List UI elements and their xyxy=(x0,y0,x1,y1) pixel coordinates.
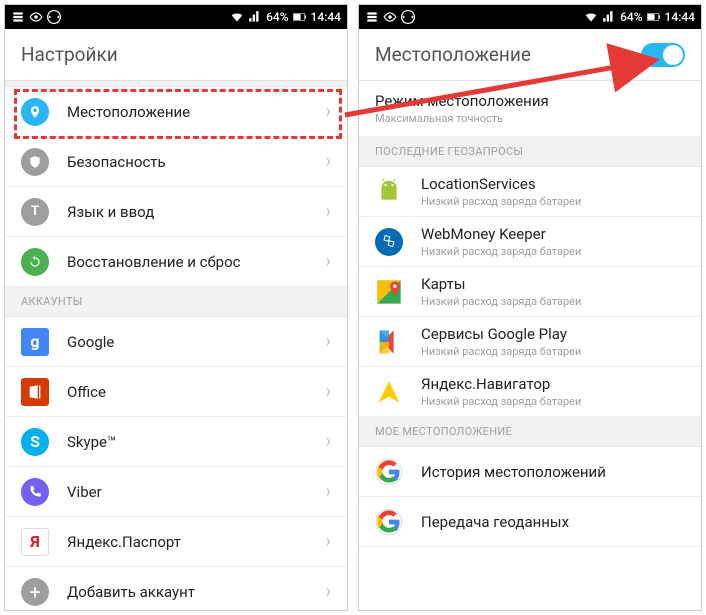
row-title: Сервисы Google Play xyxy=(421,325,581,343)
row-label: Безопасность xyxy=(67,153,166,171)
status-bar: 64% 14:44 xyxy=(5,5,347,29)
chevron-right-icon: › xyxy=(326,331,331,352)
row-subtitle: Низкий расход заряда батареи xyxy=(421,295,581,308)
header-location: Местоположение xyxy=(359,29,701,81)
phone-left: 64% 14:44 Настройки Местоположение › xyxy=(4,4,348,611)
eye-icon xyxy=(383,10,397,24)
row-language[interactable]: T Язык и ввод › xyxy=(5,187,347,237)
battery-label: 64% xyxy=(266,10,288,24)
row-label: Местоположение xyxy=(67,103,190,121)
google-icon: g xyxy=(21,328,49,356)
notif-icon xyxy=(365,10,379,24)
row-subtitle: Низкий расход заряда батареи xyxy=(421,245,581,258)
row-subtitle: Низкий расход заряда батареи xyxy=(421,395,581,408)
row-play-services[interactable]: Сервисы Google Play Низкий расход заряда… xyxy=(359,317,701,367)
eye-icon xyxy=(29,10,43,24)
webmoney-icon xyxy=(375,228,403,256)
row-location-sharing[interactable]: Передача геоданных xyxy=(359,497,701,547)
row-location[interactable]: Местоположение › xyxy=(5,87,347,137)
android-icon xyxy=(375,178,403,206)
row-subtitle: Низкий расход заряда батареи xyxy=(421,195,581,208)
row-location-history[interactable]: История местоположений xyxy=(359,447,701,497)
row-title: История местоположений xyxy=(421,463,606,481)
time-label: 14:44 xyxy=(311,10,341,24)
signal-icon xyxy=(602,10,616,24)
row-viber[interactable]: Viber › xyxy=(5,467,347,517)
header-settings: Настройки xyxy=(5,29,347,81)
chevron-right-icon: › xyxy=(326,101,331,122)
row-title: Режим местоположения xyxy=(375,92,549,110)
header-title: Местоположение xyxy=(375,43,531,66)
row-label: Восстановление и сброс xyxy=(67,253,240,271)
chevron-right-icon: › xyxy=(326,581,331,602)
viber-icon xyxy=(21,478,49,506)
time-label: 14:44 xyxy=(665,10,695,24)
location-list: Режим местоположения Максимальная точнос… xyxy=(359,81,701,610)
gmaps-icon xyxy=(375,278,403,306)
row-webmoney[interactable]: WebMoney Keeper Низкий расход заряда бат… xyxy=(359,217,701,267)
location-icon xyxy=(21,98,49,126)
yandex-icon: Я xyxy=(21,528,49,556)
battery-icon xyxy=(293,10,307,24)
row-subtitle: Максимальная точность xyxy=(375,112,549,125)
chevron-right-icon: › xyxy=(326,201,331,222)
row-security[interactable]: Безопасность › xyxy=(5,137,347,187)
row-skype[interactable]: S Skype™ › xyxy=(5,417,347,467)
row-locationservices[interactable]: LocationServices Низкий расход заряда ба… xyxy=(359,167,701,217)
teamviewer-icon xyxy=(47,10,61,24)
phone-right: 64% 14:44 Местоположение Режим местополо… xyxy=(358,4,702,611)
signal-icon xyxy=(248,10,262,24)
row-add-account[interactable]: + Добавить аккаунт › xyxy=(5,567,347,610)
google-g-icon xyxy=(375,508,403,536)
row-label: Skype™ xyxy=(67,433,116,451)
row-label: Добавить аккаунт xyxy=(67,583,195,601)
chevron-right-icon: › xyxy=(326,151,331,172)
notif-icon xyxy=(11,10,25,24)
security-icon xyxy=(21,148,49,176)
section-recent: ПОСЛЕДНИЕ ГЕОЗАПРОСЫ xyxy=(359,137,701,167)
add-icon: + xyxy=(21,578,49,606)
row-yandex-nav[interactable]: Яндекс.Навигатор Низкий расход заряда ба… xyxy=(359,367,701,417)
row-maps[interactable]: Карты Низкий расход заряда батареи xyxy=(359,267,701,317)
language-icon: T xyxy=(21,198,49,226)
row-title: Карты xyxy=(421,275,581,293)
header-title: Настройки xyxy=(21,43,118,66)
status-bar: 64% 14:44 xyxy=(359,5,701,29)
row-label: Office xyxy=(67,383,106,401)
google-g-icon xyxy=(375,458,403,486)
row-backup[interactable]: Восстановление и сброс › xyxy=(5,237,347,287)
row-title: Яндекс.Навигатор xyxy=(421,375,581,393)
wifi-icon xyxy=(230,10,244,24)
battery-icon xyxy=(647,10,661,24)
section-my-location: МОЕ МЕСТОПОЛОЖЕНИЕ xyxy=(359,417,701,447)
chevron-right-icon: › xyxy=(326,481,331,502)
row-google[interactable]: g Google › xyxy=(5,317,347,367)
skype-icon: S xyxy=(21,428,49,456)
row-subtitle: Низкий расход заряда батареи xyxy=(421,345,581,358)
settings-list: Местоположение › Безопасность › T Язык и… xyxy=(5,81,347,610)
chevron-right-icon: › xyxy=(326,431,331,452)
location-toggle[interactable] xyxy=(641,43,685,67)
chevron-right-icon: › xyxy=(326,531,331,552)
row-title: WebMoney Keeper xyxy=(421,225,581,243)
battery-label: 64% xyxy=(620,10,642,24)
teamviewer-icon xyxy=(401,10,415,24)
row-label: Яндекс.Паспорт xyxy=(67,533,181,551)
play-services-icon xyxy=(375,328,403,356)
backup-icon xyxy=(21,248,49,276)
row-title: LocationServices xyxy=(421,175,581,193)
row-label: Viber xyxy=(67,483,102,501)
row-office[interactable]: Office › xyxy=(5,367,347,417)
yandex-nav-icon xyxy=(375,378,403,406)
row-title: Передача геоданных xyxy=(421,513,569,531)
row-label: Язык и ввод xyxy=(67,203,154,221)
office-icon xyxy=(21,378,49,406)
row-label: Google xyxy=(67,333,114,351)
chevron-right-icon: › xyxy=(326,251,331,272)
section-accounts: АККАУНТЫ xyxy=(5,287,347,317)
wifi-icon xyxy=(584,10,598,24)
chevron-right-icon: › xyxy=(326,381,331,402)
row-yandex-passport[interactable]: Я Яндекс.Паспорт › xyxy=(5,517,347,567)
row-location-mode[interactable]: Режим местоположения Максимальная точнос… xyxy=(359,81,701,137)
